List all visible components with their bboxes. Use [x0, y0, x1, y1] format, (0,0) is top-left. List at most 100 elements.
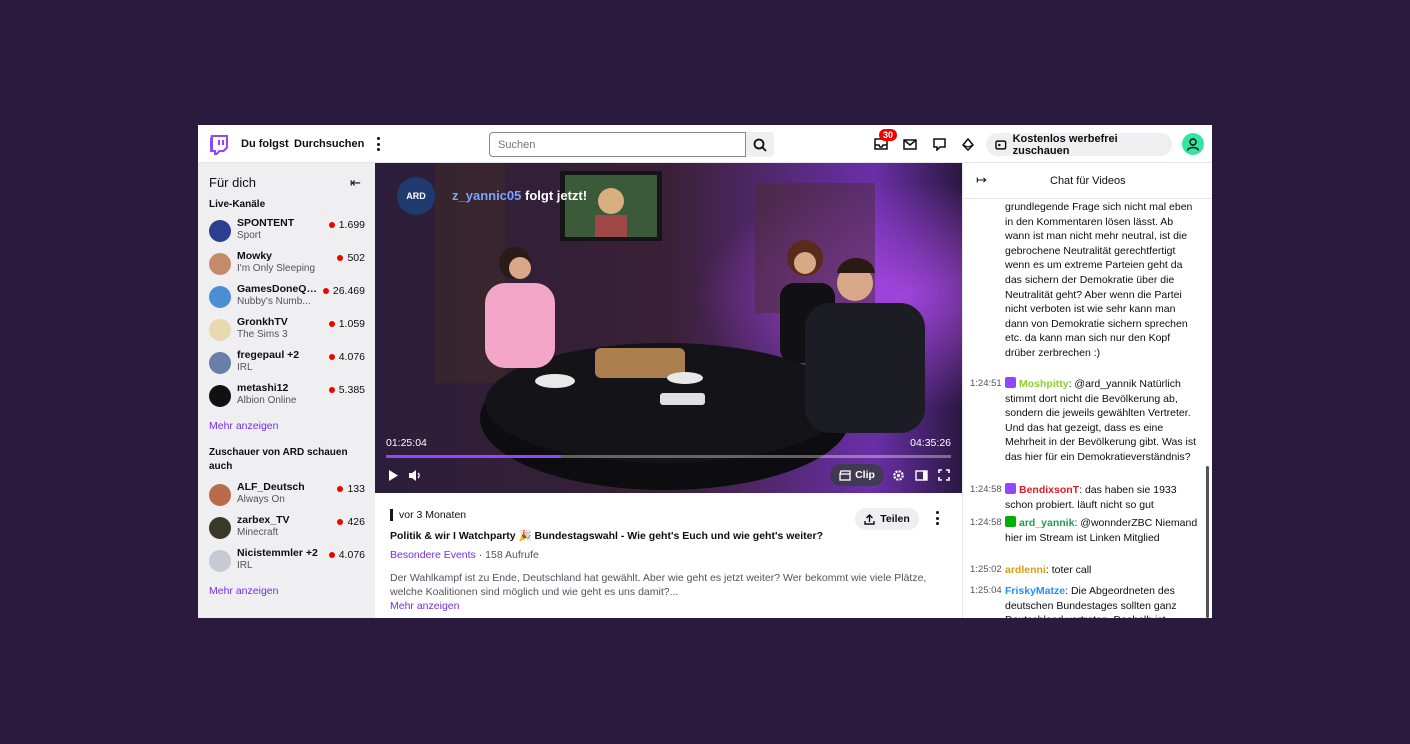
settings-button[interactable] [889, 466, 907, 484]
viewer-count-value: 133 [347, 483, 365, 495]
sidebar-channel[interactable]: fregepaul +2 IRL 4.076 [209, 348, 369, 378]
sidebar-channel[interactable]: Mowky I'm Only Sleeping 502 [209, 249, 369, 279]
channel-avatar [209, 484, 231, 506]
adfree-label: Kostenlos werbefrei zuschauen [1012, 132, 1118, 157]
channel-name: fregepaul +2 [237, 349, 300, 361]
live-dot-icon [328, 222, 335, 228]
video-player[interactable]: ARD z_yannic05 folgt jetzt! 01:25:04 04:… [375, 163, 962, 493]
channel-avatar [209, 352, 231, 374]
video-more-options-icon[interactable] [934, 511, 940, 525]
chat-message: 1:25:04 FriskyMatze: Die Abgeordneten de… [970, 584, 1200, 618]
sidebar-channel[interactable]: zarbex_TV Minecraft 426 [209, 513, 369, 543]
chat-message: 1:24:58 BendixsonT: das haben sie 1933 s… [970, 483, 1177, 511]
twitch-logo-icon[interactable] [209, 134, 229, 156]
viewer-count-value: 4.076 [338, 549, 365, 561]
live-dot-icon [337, 255, 344, 261]
sidebar-channel[interactable]: metashi12 Albion Online 5.385 [209, 381, 369, 411]
sidebar-channel[interactable]: Nicistemmler +2 IRL 4.076 [209, 546, 369, 576]
chat-username[interactable]: BendixsonT [1019, 484, 1079, 496]
channel-avatar [209, 220, 231, 242]
viewer-count: 26.469 [322, 285, 365, 297]
channel-category: IRL [237, 362, 253, 373]
category-link[interactable]: Besondere Events [390, 549, 476, 561]
total-time: 04:35:26 [910, 437, 951, 449]
chat-username[interactable]: FriskyMatze [1005, 585, 1065, 597]
live-dot-icon [337, 519, 344, 525]
bits-button[interactable] [959, 135, 977, 153]
fullscreen-button[interactable] [935, 466, 953, 484]
show-more-description-link[interactable]: Mehr anzeigen [390, 600, 459, 612]
share-button[interactable]: Teilen [855, 508, 919, 530]
ard-viewers-heading: Zuschauer von ARD schauen auch [209, 447, 348, 472]
viewer-count: 5.385 [328, 384, 365, 396]
top-nav: Du folgst Durchsuchen 30 Kostenlos werbe… [198, 125, 1212, 163]
chat-username[interactable]: ard_yannik [1019, 517, 1074, 529]
chat-username[interactable]: Moshpitty [1019, 378, 1069, 390]
video-title: Politik & wir I Watchparty 🎉 Bundestagsw… [390, 530, 823, 542]
viewer-count: 502 [337, 252, 365, 264]
chat-messages: grundlegende Frage sich nicht mal eben i… [963, 200, 1212, 618]
adfree-button[interactable]: Kostenlos werbefrei zuschauen [986, 132, 1172, 157]
channel-name: GamesDoneQu... [237, 283, 321, 295]
volume-icon [409, 469, 420, 481]
viewer-count-value: 26.469 [332, 285, 365, 297]
follow-alert-user: z_yannic05 [452, 188, 522, 203]
search-button[interactable] [746, 132, 774, 157]
subscriber-badge-icon [1005, 483, 1016, 494]
channel-name: Mowky [237, 250, 273, 262]
sidebar-channel[interactable]: GamesDoneQu... Nubby's Numb... 26.469 [209, 282, 369, 312]
more-menu-icon[interactable] [374, 136, 382, 152]
channel-name: SPONTENT [237, 217, 295, 229]
theatre-mode-button[interactable] [912, 466, 930, 484]
volume-button[interactable] [406, 466, 424, 484]
chat-username[interactable]: ardlenni [1005, 564, 1046, 576]
sidebar-channel[interactable]: ALF_Deutsch Always On 133 [209, 480, 369, 510]
viewer-count: 426 [337, 516, 365, 528]
show-more-live-link[interactable]: Mehr anzeigen [209, 420, 278, 432]
viewer-count-value: 426 [347, 516, 365, 528]
live-channels-heading: Live-Kanäle [209, 199, 266, 210]
channel-name: ALF_Deutsch [237, 481, 305, 493]
video-age: vor 3 Monaten [390, 509, 466, 521]
seek-bar[interactable] [386, 455, 951, 458]
chat-message-text: toter call [1051, 564, 1092, 576]
channel-name: metashi12 [237, 382, 289, 394]
follow-alert: z_yannic05 folgt jetzt! [452, 188, 587, 203]
activity-feed-button[interactable] [930, 135, 948, 153]
whispers-button[interactable] [901, 135, 919, 153]
collapse-chat-icon[interactable]: ↦ [976, 172, 987, 188]
sidebar-channel[interactable]: GronkhTV The Sims 3 1.059 [209, 315, 369, 345]
mail-icon [903, 138, 917, 150]
sidebar-title: Für dich [209, 175, 256, 190]
play-button[interactable] [384, 466, 402, 484]
channel-name: zarbex_TV [237, 514, 290, 526]
fullscreen-icon [938, 469, 950, 481]
channel-name: GronkhTV [237, 316, 288, 328]
viewer-count-value: 4.076 [338, 351, 365, 363]
moderator-badge-icon [1005, 516, 1016, 527]
subscriber-badge-icon [1005, 377, 1016, 388]
viewer-count: 4.076 [328, 549, 365, 561]
user-avatar[interactable] [1182, 133, 1204, 155]
chat-scrollbar[interactable] [1206, 466, 1209, 618]
following-link[interactable]: Du folgst [241, 138, 289, 150]
live-dot-icon [328, 552, 335, 558]
chat-header: ↦ Chat für Videos [963, 163, 1212, 199]
notification-count-badge: 30 [879, 129, 898, 141]
share-label: Teilen [880, 513, 910, 525]
show-more-ard-link[interactable]: Mehr anzeigen [209, 585, 278, 597]
chat-timestamp: 1:24:58 [970, 484, 1002, 495]
clip-button[interactable]: Clip [830, 464, 884, 486]
sidebar-channel[interactable]: SPONTENT Sport 1.699 [209, 216, 369, 246]
collapse-sidebar-icon[interactable]: ⇤ [350, 175, 361, 191]
viewer-count: 4.076 [328, 351, 365, 363]
chat-message-text: grundlegende Frage sich nicht mal eben i… [1005, 201, 1193, 359]
chat-panel: ↦ Chat für Videos grundlegende Frage sic… [962, 163, 1212, 618]
ticket-icon [995, 139, 1007, 150]
chat-timestamp: 1:25:02 [970, 564, 1002, 575]
viewer-count: 1.059 [328, 318, 365, 330]
video-frame [375, 163, 962, 493]
channel-category: Minecraft [237, 527, 279, 538]
search-input[interactable] [489, 132, 746, 157]
browse-link[interactable]: Durchsuchen [294, 138, 364, 150]
